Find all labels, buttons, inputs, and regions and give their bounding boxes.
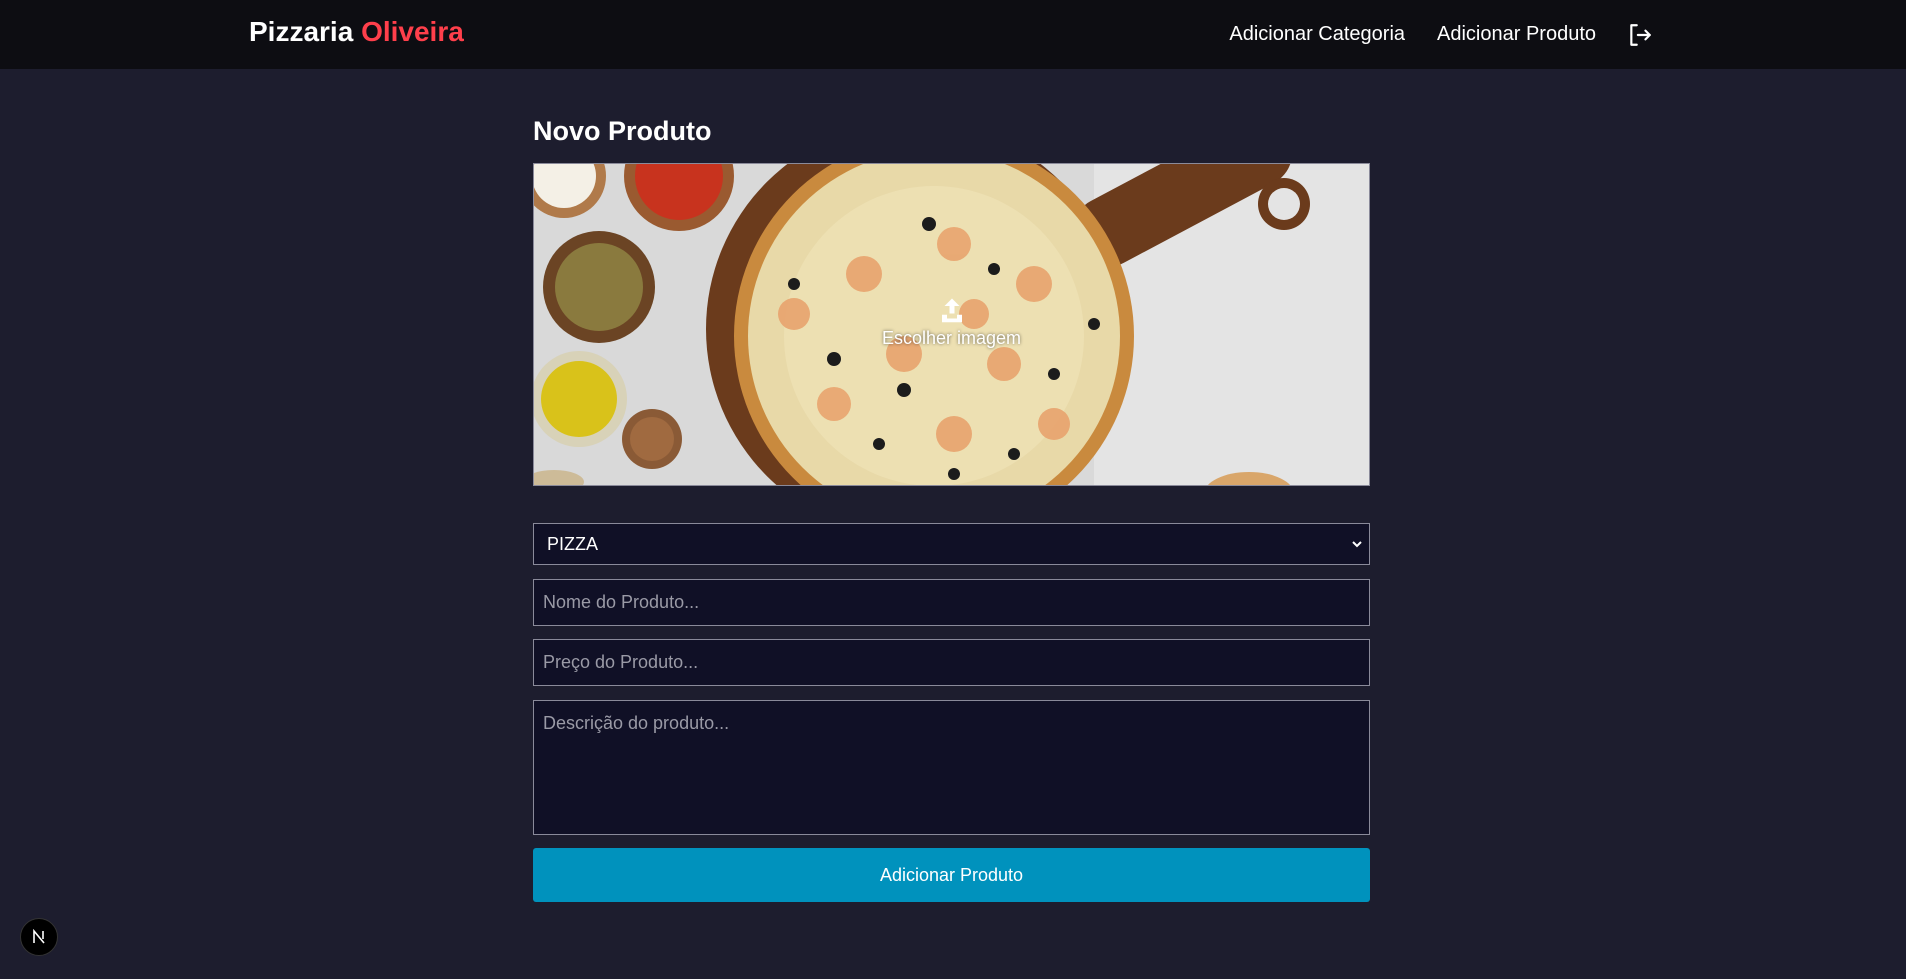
category-select[interactable]: PIZZA <box>533 523 1370 565</box>
page-title: Novo Produto <box>533 116 712 146</box>
main-nav: Adicionar Categoria Adicionar Produto <box>1229 0 1654 69</box>
category-select-value: PIZZA <box>547 534 599 554</box>
brand-accent: Oliveira <box>361 16 464 47</box>
brand-logo[interactable]: Pizzaria Oliveira <box>249 14 464 50</box>
upload-label: Escolher imagem <box>881 328 1022 348</box>
logout-button[interactable] <box>1626 21 1654 49</box>
nav-add-category[interactable]: Adicionar Categoria <box>1229 23 1405 46</box>
top-header: Pizzaria Oliveira Adicionar Categoria Ad… <box>0 0 1906 69</box>
chevron-down-icon <box>1352 541 1362 548</box>
nextjs-icon <box>33 929 45 944</box>
upload-overlay: Escolher imagem <box>534 164 1369 485</box>
product-description-input[interactable] <box>533 700 1370 835</box>
product-price-input[interactable] <box>533 639 1370 686</box>
upload-icon <box>941 298 962 323</box>
dev-tools-badge[interactable] <box>20 918 58 956</box>
logout-icon <box>1630 23 1651 46</box>
nav-add-product[interactable]: Adicionar Produto <box>1437 23 1596 46</box>
add-product-button[interactable]: Adicionar Produto <box>533 848 1370 902</box>
brand-name: Pizzaria <box>249 16 354 47</box>
image-picker[interactable]: Escolher imagem <box>533 163 1370 486</box>
product-name-input[interactable] <box>533 579 1370 626</box>
